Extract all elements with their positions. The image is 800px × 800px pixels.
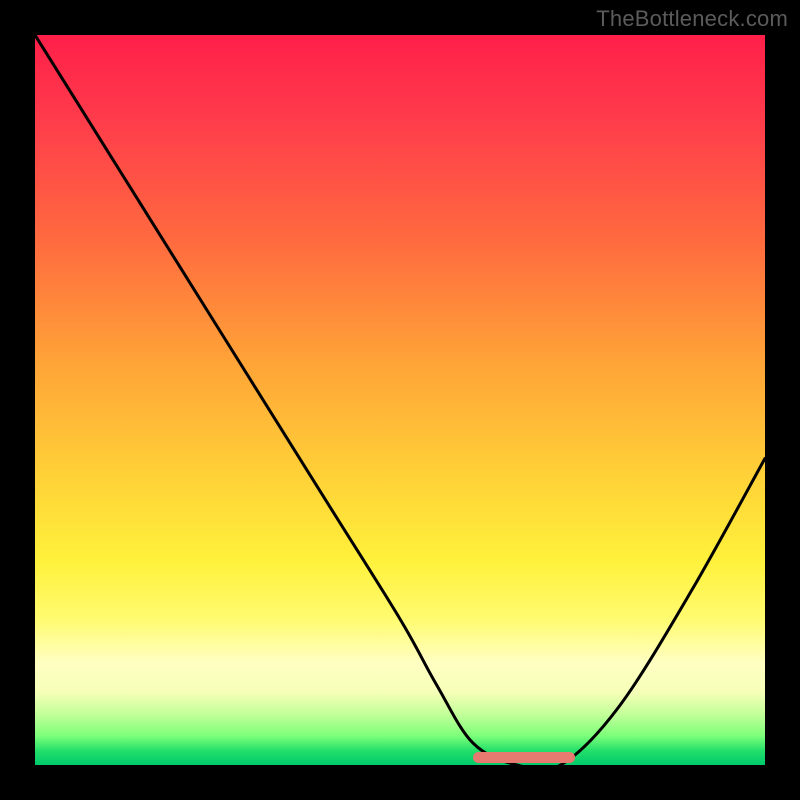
bottleneck-curve <box>35 35 765 765</box>
optimal-range-marker <box>473 752 575 763</box>
plot-area <box>35 35 765 765</box>
chart-frame: TheBottleneck.com <box>0 0 800 800</box>
curve-svg <box>35 35 765 765</box>
watermark-text: TheBottleneck.com <box>596 6 788 32</box>
